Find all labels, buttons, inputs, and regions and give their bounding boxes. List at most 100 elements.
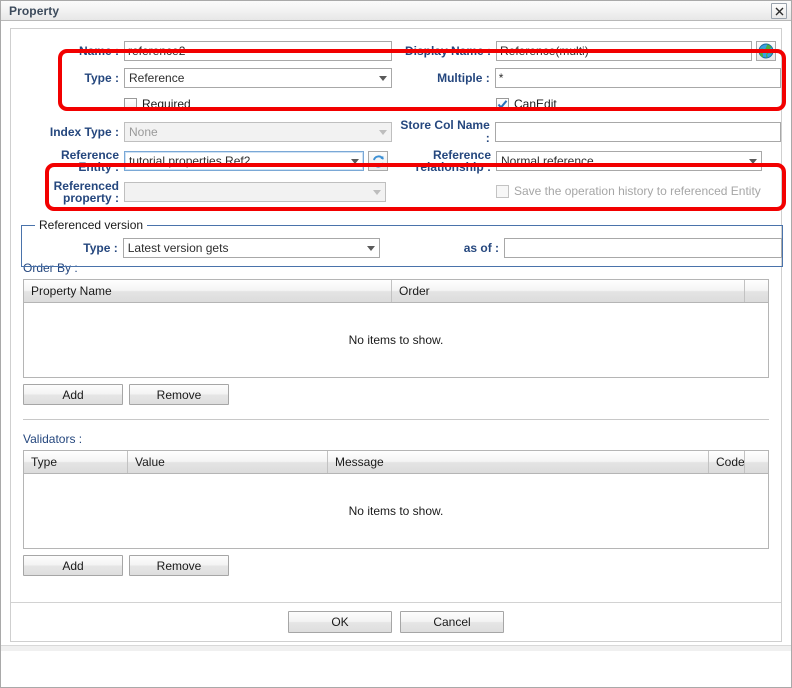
order-by-grid: Property Name Order No items to show.	[23, 279, 769, 378]
referenced-property-label-line2: property :	[62, 191, 119, 205]
canedit-label: CanEdit	[514, 97, 557, 111]
canedit-checkbox[interactable]	[496, 97, 509, 111]
row-name: Name : Display Name :	[11, 38, 781, 64]
chevron-down-icon	[379, 130, 387, 135]
property-form: Name : Display Name :	[11, 29, 783, 267]
reference-entity-select-value: tutorial.properties.Ref2	[129, 154, 251, 168]
chevron-down-icon	[379, 76, 387, 81]
required-checkbox[interactable]	[124, 97, 137, 111]
referenced-property-group: Referenced property :	[11, 180, 394, 204]
order-by-col-property-name[interactable]: Property Name	[24, 280, 392, 302]
version-type-select-value: Latest version gets	[127, 241, 229, 255]
validators-grid-header: Type Value Message Code	[24, 451, 768, 474]
as-of-label: as of :	[463, 240, 500, 255]
index-type-group: Index Type : None	[11, 122, 394, 142]
chevron-down-icon	[749, 159, 757, 164]
dialog-bottom-strip	[1, 645, 791, 651]
canedit-group: CanEdit	[398, 94, 781, 116]
dialog-title: Property	[9, 3, 60, 18]
row-index-type: Index Type : None Store Col Name :	[11, 119, 781, 145]
validators-label: Validators :	[23, 432, 83, 446]
referenced-property-select	[124, 182, 386, 202]
validators-remove-button[interactable]: Remove	[129, 555, 229, 576]
store-col-name-group: Store Col Name :	[398, 119, 781, 145]
reference-relationship-select[interactable]: Normal reference	[496, 151, 762, 171]
referenced-version-inner: Type : Latest version gets as of :	[22, 226, 782, 266]
validators-empty-text: No items to show.	[348, 504, 444, 518]
validators-col-code[interactable]: Code	[709, 451, 745, 473]
as-of-input[interactable]	[504, 238, 782, 258]
validators-col-value[interactable]: Value	[128, 451, 328, 473]
reference-entity-label-line2: Entity :	[78, 160, 119, 174]
save-history-label: Save the operation history to referenced…	[514, 184, 761, 198]
chevron-down-icon	[367, 246, 376, 251]
type-select-value: Reference	[129, 71, 185, 85]
multiple-field-group: Multiple :	[398, 68, 781, 88]
display-name-field-group: Display Name :	[398, 41, 781, 61]
validators-add-button[interactable]: Add	[23, 555, 123, 576]
index-type-label: Index Type :	[49, 124, 119, 139]
reference-relationship-label-line2: relationship :	[415, 160, 491, 174]
version-type-select[interactable]: Latest version gets	[122, 238, 381, 258]
validators-buttons: Add Remove	[23, 555, 781, 576]
canedit-checkbox-row: CanEdit	[496, 94, 557, 114]
validators-grid: Type Value Message Code No items to show…	[23, 450, 769, 549]
reference-relationship-label: Reference relationship :	[398, 149, 496, 173]
validators-col-message[interactable]: Message	[328, 451, 709, 473]
order-by-remove-button[interactable]: Remove	[129, 384, 229, 405]
property-dialog: Property Name : Display Name :	[0, 0, 792, 688]
name-input[interactable]	[124, 41, 392, 61]
globe-icon[interactable]	[756, 41, 776, 61]
order-by-col-order[interactable]: Order	[392, 280, 745, 302]
validators-section: Validators : Type Value Message Code No …	[11, 432, 781, 576]
cancel-button[interactable]: Cancel	[400, 611, 504, 633]
multiple-input[interactable]	[494, 68, 781, 88]
dialog-body: Name : Display Name :	[1, 21, 791, 651]
checkmark-icon	[497, 99, 508, 109]
referenced-version-fieldset: Referenced version Type : Latest version…	[21, 218, 783, 267]
row-checkboxes: Required CanEdit	[11, 92, 781, 118]
close-icon[interactable]	[771, 3, 787, 19]
version-type-label: Type :	[83, 240, 118, 255]
dialog-content: Name : Display Name :	[10, 28, 783, 642]
validators-col-gutter	[745, 451, 760, 473]
index-type-select-value: None	[129, 125, 158, 139]
index-type-select: None	[124, 122, 392, 142]
type-select[interactable]: Reference	[124, 68, 392, 88]
reference-entity-select[interactable]: tutorial.properties.Ref2	[124, 151, 364, 171]
dialog-footer: OK Cancel	[11, 602, 781, 641]
validators-col-type[interactable]: Type	[24, 451, 128, 473]
dialog-titlebar: Property	[1, 1, 791, 21]
type-field-group: Type : Reference	[11, 68, 394, 88]
type-label: Type :	[84, 70, 119, 85]
reference-relationship-select-value: Normal reference	[501, 154, 594, 168]
name-label: Name :	[78, 43, 119, 58]
validators-grid-body: No items to show.	[24, 474, 768, 548]
row-referenced-property: Referenced property : Save the operation	[11, 177, 781, 207]
store-col-name-label: Store Col Name :	[400, 118, 490, 145]
display-name-label: Display Name :	[404, 43, 491, 58]
save-history-group: Save the operation history to referenced…	[398, 181, 781, 203]
required-label: Required	[142, 97, 191, 111]
reference-relationship-group: Reference relationship : Normal referenc…	[398, 149, 781, 173]
refresh-icon[interactable]	[368, 151, 388, 171]
store-col-name-input[interactable]	[494, 122, 781, 142]
required-checkbox-row: Required	[124, 94, 191, 114]
name-field-group: Name :	[11, 41, 394, 61]
reference-entity-group: Reference Entity : tutorial.properties.R…	[11, 149, 394, 173]
reference-entity-label: Reference Entity :	[11, 149, 124, 173]
save-history-checkbox	[496, 184, 509, 198]
ok-button[interactable]: OK	[288, 611, 392, 633]
multiple-label: Multiple :	[437, 70, 490, 85]
referenced-property-label: Referenced property :	[11, 180, 124, 204]
order-by-add-button[interactable]: Add	[23, 384, 123, 405]
order-by-grid-body: No items to show.	[24, 303, 768, 377]
order-by-section: Order By : Property Name Order No items …	[11, 261, 781, 405]
order-by-grid-header: Property Name Order	[24, 280, 768, 303]
referenced-version-legend: Referenced version	[35, 218, 148, 232]
save-history-checkbox-row: Save the operation history to referenced…	[496, 181, 761, 201]
order-by-col-gutter	[745, 280, 760, 302]
order-by-buttons: Add Remove	[23, 384, 781, 405]
display-name-input[interactable]	[496, 41, 752, 61]
section-divider	[23, 419, 769, 420]
